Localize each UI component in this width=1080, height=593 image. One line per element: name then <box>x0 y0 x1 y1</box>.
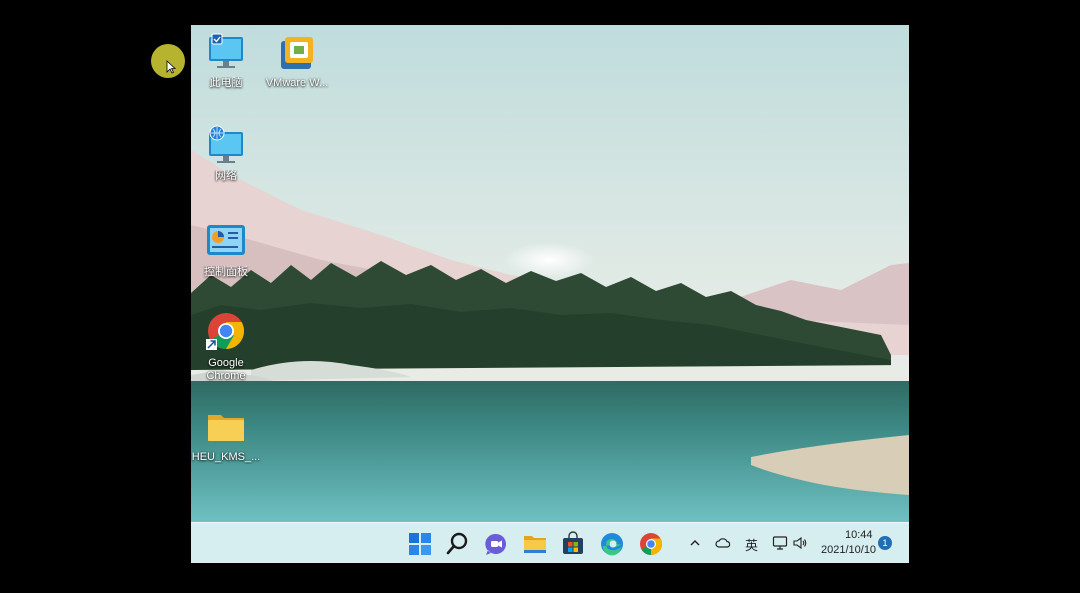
folder-icon <box>204 405 248 449</box>
desktop-icon-label: 网络 <box>215 170 237 182</box>
network-status-icon[interactable] <box>772 535 788 551</box>
chrome-icon <box>204 311 248 355</box>
control-panel-icon <box>204 220 248 264</box>
desktop-icon-label: 控制面板 <box>204 266 248 278</box>
desktop-icon-label: HEU_KMS_... <box>191 451 261 463</box>
desktop-icon-google-chrome[interactable]: Google Chrome <box>191 311 261 383</box>
chat-icon[interactable] <box>483 531 509 557</box>
desktop-icon-label: VMware W... <box>265 77 329 89</box>
computer-icon <box>204 31 248 75</box>
network-icon <box>204 124 248 168</box>
edge-icon[interactable] <box>599 531 625 557</box>
onedrive-cloud-icon[interactable] <box>715 536 731 550</box>
vm-screen[interactable]: 此电脑 VMware W... 网络 控制面板 Google Chrome HE… <box>191 25 909 563</box>
desktop-icon-label: 此电脑 <box>209 77 243 89</box>
chrome-icon[interactable] <box>638 531 664 557</box>
desktop-icon-control-panel[interactable]: 控制面板 <box>191 220 261 279</box>
desktop-icon-this-pc[interactable]: 此电脑 <box>191 31 261 90</box>
desktop-icon-label: Google <box>208 357 244 369</box>
search-icon[interactable] <box>445 531 471 557</box>
desktop-icon-vmware[interactable]: VMware W... <box>262 31 332 90</box>
taskbar: 英 10:44 2021/10/10 1 <box>191 522 909 563</box>
vmware-icon <box>275 31 319 75</box>
input-method-indicator[interactable]: 英 <box>745 535 758 554</box>
file-explorer-icon[interactable] <box>522 531 548 557</box>
clock-time[interactable]: 10:44 <box>845 529 873 541</box>
notification-badge[interactable]: 1 <box>878 536 892 550</box>
volume-icon[interactable] <box>792 535 808 551</box>
mouse-cursor-icon <box>166 60 176 74</box>
desktop-icon-label-line2: Chrome <box>206 370 246 382</box>
clock-date[interactable]: 2021/10/10 <box>821 544 876 556</box>
desktop-icon-heu-kms[interactable]: HEU_KMS_... <box>191 405 261 464</box>
start-icon[interactable] <box>407 531 433 557</box>
show-hidden-icons-chevron-icon[interactable] <box>689 537 701 549</box>
store-icon[interactable] <box>560 531 586 557</box>
desktop-icon-network[interactable]: 网络 <box>191 124 261 183</box>
desktop-wallpaper <box>191 25 909 522</box>
